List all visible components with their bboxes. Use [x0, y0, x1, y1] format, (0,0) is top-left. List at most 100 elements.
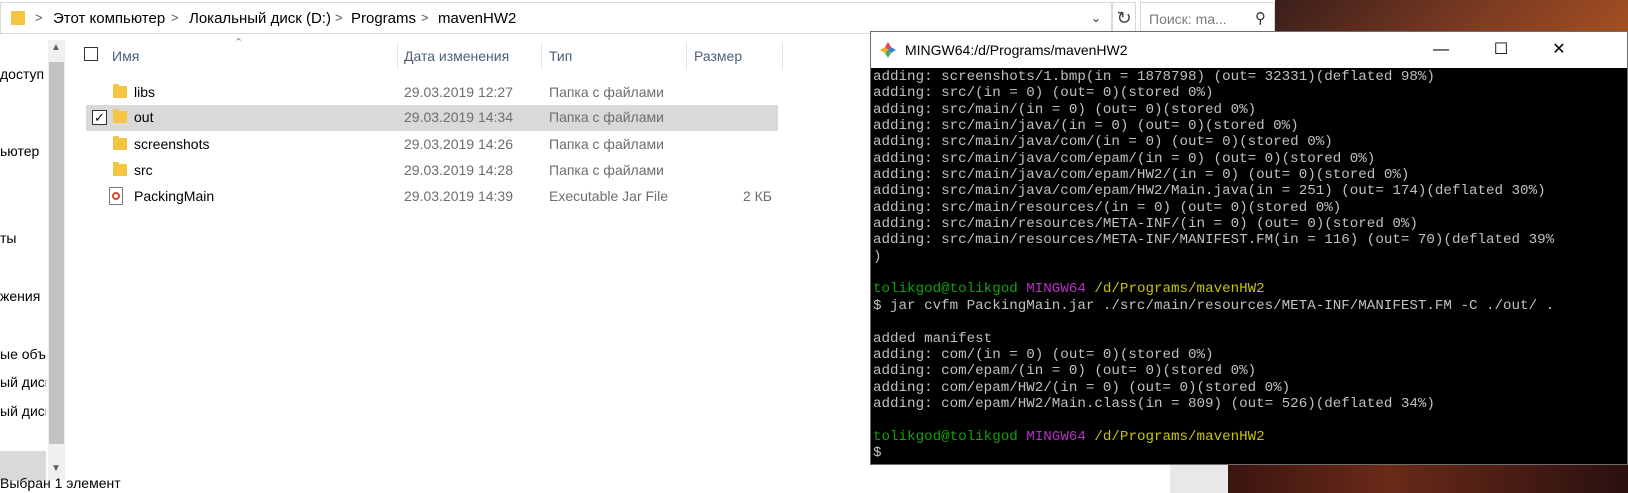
column-divider[interactable] [782, 42, 783, 70]
address-bar[interactable]: > Этот компьютер > Локальный диск (D:) >… [0, 2, 1112, 34]
terminal-output[interactable]: adding: screenshots/1.bmp(in = 1878798) … [873, 69, 1623, 464]
scroll-down-icon[interactable]: ▼ [51, 463, 61, 474]
column-header-date[interactable]: Дата изменения [404, 48, 509, 78]
chevron-right-icon[interactable]: > [421, 10, 429, 25]
terminal-titlebar[interactable]: MINGW64:/d/Programs/mavenHW2 — ☐ ✕ [871, 32, 1627, 68]
status-bar-text: Выбран 1 элемент [0, 475, 121, 491]
nav-item-local-disk-c[interactable]: ый дисн [0, 374, 46, 390]
prompt-path: /d/Programs/mavenHW2 [1094, 428, 1265, 445]
terminal-line: adding: src/main/(in = 0) (out= 0)(store… [873, 101, 1257, 118]
terminal-prompt-line: tolikgod@tolikgod MINGW64 /d/Programs/ma… [873, 429, 1623, 445]
chevron-right-icon[interactable]: > [335, 10, 343, 25]
file-row[interactable]: src 29.03.2019 14:28 Папка с файлами [86, 158, 778, 184]
file-date: 29.03.2019 14:28 [404, 162, 513, 178]
sort-ascending-icon: ⌃ [234, 37, 244, 49]
terminal-line: adding: com/epam/HW2/Main.class(in = 809… [873, 395, 1435, 412]
jar-file-icon [109, 187, 123, 205]
search-placeholder: Поиск: ma... [1149, 11, 1227, 27]
column-divider[interactable] [397, 42, 398, 70]
terminal-line: adding: src/main/java/com/epam/(in = 0) … [873, 150, 1376, 167]
breadcrumb-local-disk[interactable]: Локальный диск (D:) [189, 10, 331, 27]
terminal-line: $ [873, 444, 882, 461]
folder-icon [113, 84, 127, 98]
file-row[interactable]: libs 29.03.2019 12:27 Папка с файлами [86, 80, 778, 106]
folder-icon [113, 136, 127, 150]
nav-item-images[interactable]: жения [0, 288, 46, 304]
file-row[interactable]: PackingMain 29.03.2019 14:39 Executable … [86, 184, 778, 210]
terminal-line: adding: screenshots/1.bmp(in = 1878798) … [873, 69, 1435, 85]
row-checkbox-checked[interactable]: ✓ [92, 110, 107, 125]
column-divider[interactable] [686, 42, 687, 70]
prompt-path: /d/Programs/mavenHW2 [1094, 281, 1265, 298]
breadcrumb-programs[interactable]: Programs [351, 10, 416, 27]
nav-item-documents[interactable]: ты [0, 230, 46, 246]
terminal-line: adding: com/epam/HW2/(in = 0) (out= 0)(s… [873, 379, 1291, 396]
nav-item-3d-objects[interactable]: ые объе [0, 346, 46, 362]
column-header-name[interactable]: Имя [112, 48, 139, 78]
search-icon[interactable]: ⚲ [1255, 9, 1266, 27]
search-input[interactable]: Поиск: ma... ⚲ [1140, 2, 1275, 34]
file-row-selected[interactable]: ✓ out 29.03.2019 14:34 Папка с файлами [86, 105, 778, 131]
file-date: 29.03.2019 14:26 [404, 136, 513, 152]
view-toggle-area[interactable] [1170, 465, 1228, 493]
column-header-type[interactable]: Тип [549, 48, 572, 78]
file-type: Папка с файлами [549, 136, 664, 152]
terminal-line: added manifest [873, 330, 993, 347]
file-type: Executable Jar File [549, 188, 669, 204]
prompt-env: MINGW64 [1026, 428, 1086, 445]
terminal-line: ) [873, 248, 882, 265]
folder-icon [113, 162, 127, 176]
breadcrumb-mavenhw2[interactable]: mavenHW2 [438, 10, 516, 27]
nav-scrollbar[interactable]: ▲ ▼ [48, 40, 65, 480]
breadcrumb-this-pc[interactable]: Этот компьютер [53, 10, 165, 27]
terminal-line: adding: com/epam/(in = 0) (out= 0)(store… [873, 363, 1257, 380]
close-button[interactable]: ✕ [1544, 38, 1574, 62]
nav-item-quick-access[interactable]: доступ [0, 66, 46, 82]
terminal-line: adding: src/main/java/com/(in = 0) (out=… [873, 134, 1333, 151]
file-name: out [134, 109, 154, 125]
scroll-up-icon[interactable]: ▲ [51, 42, 61, 53]
column-divider[interactable] [541, 42, 542, 70]
chevron-right-icon[interactable]: > [35, 10, 43, 25]
prompt-user: tolikgod@tolikgod [873, 281, 1018, 298]
file-size: 2 КБ [742, 188, 772, 204]
terminal-line: adding: src/main/resources/META-INF/(in … [873, 216, 1418, 233]
minimize-button[interactable]: — [1426, 38, 1456, 62]
prompt-user: tolikgod@tolikgod [873, 428, 1018, 445]
file-name: src [134, 162, 153, 178]
select-all-checkbox[interactable] [84, 47, 98, 61]
file-type: Папка с файлами [549, 84, 664, 100]
file-type: Папка с файлами [549, 162, 664, 178]
file-date: 29.03.2019 14:34 [404, 109, 513, 125]
file-name: libs [134, 84, 156, 100]
nav-item-this-pc[interactable]: ьютер [0, 143, 46, 159]
terminal-line: adding: src/main/java/(in = 0) (out= 0)(… [873, 118, 1299, 135]
refresh-button[interactable]: ↻ [1112, 2, 1136, 34]
terminal-line: adding: com/(in = 0) (out= 0)(stored 0%) [873, 346, 1214, 363]
folder-icon [113, 109, 127, 123]
maximize-button[interactable]: ☐ [1486, 38, 1516, 62]
terminal-line: adding: src/main/resources/META-INF/MANI… [873, 232, 1555, 249]
nav-item-local-disk-d[interactable]: ый дисн [0, 403, 46, 419]
chevron-down-icon[interactable]: ⌄ [1091, 11, 1109, 25]
terminal-line: adding: src/(in = 0) (out= 0)(stored 0%) [873, 85, 1214, 102]
navigation-pane: доступ ьютер ты жения ые объе ый дисн ый… [0, 40, 68, 481]
terminal-window[interactable]: MINGW64:/d/Programs/mavenHW2 — ☐ ✕ addin… [870, 31, 1628, 465]
terminal-line: adding: src/main/java/com/epam/HW2/(in =… [873, 167, 1410, 184]
file-date: 29.03.2019 12:27 [404, 84, 513, 100]
prompt-env: MINGW64 [1026, 281, 1086, 298]
terminal-prompt-line: tolikgod@tolikgod MINGW64 /d/Programs/ma… [873, 281, 1623, 297]
terminal-line: adding: src/main/java/com/epam/HW2/Main.… [873, 183, 1546, 200]
desktop-wallpaper-strip [1228, 465, 1628, 493]
file-date: 29.03.2019 14:39 [404, 188, 513, 204]
file-row[interactable]: screenshots 29.03.2019 14:26 Папка с фай… [86, 132, 778, 158]
file-name: screenshots [134, 136, 210, 152]
scrollbar-thumb[interactable] [49, 62, 64, 444]
folder-icon [11, 11, 25, 25]
terminal-line: $ jar cvfm PackingMain.jar ./src/main/re… [873, 297, 1555, 314]
column-header-size[interactable]: Размер [694, 48, 742, 78]
chevron-right-icon[interactable]: > [171, 10, 179, 25]
